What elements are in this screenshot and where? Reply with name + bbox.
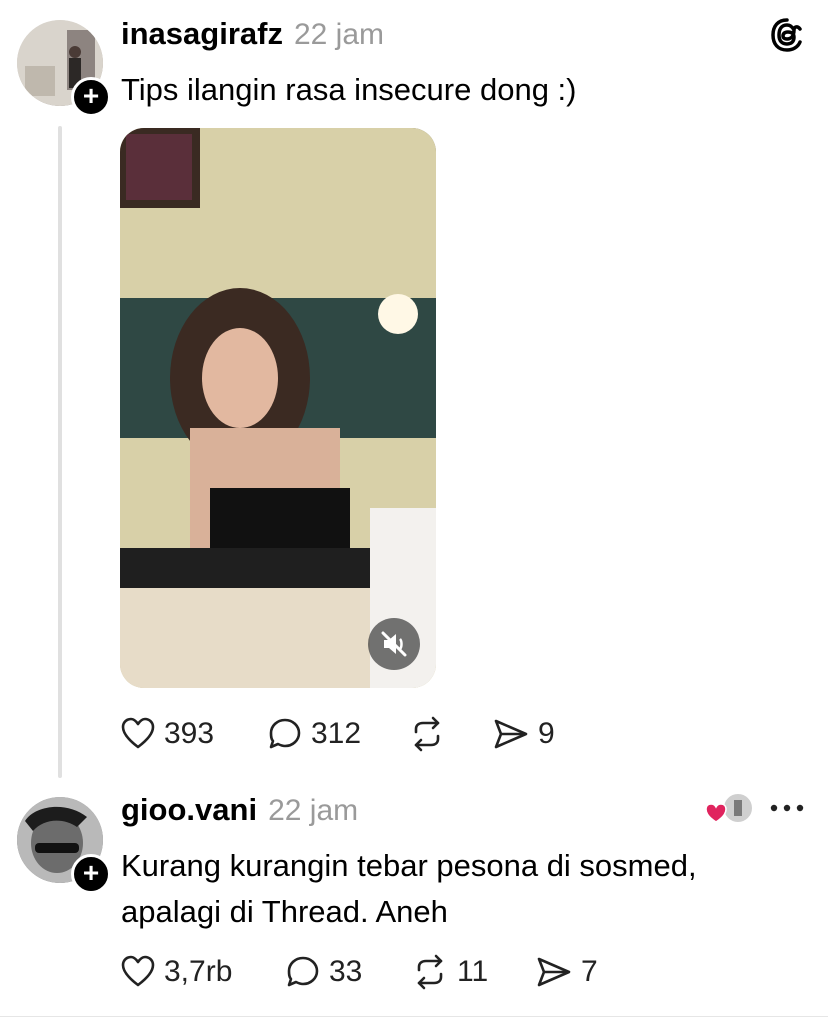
send-icon: [537, 957, 571, 987]
reply-like-button[interactable]: 3,7rb: [120, 954, 232, 990]
reply-share-count: 7: [581, 955, 598, 988]
share-button[interactable]: 9: [492, 716, 555, 752]
reply-comment-button[interactable]: 33: [285, 954, 362, 990]
follow-plus-icon[interactable]: +: [71, 77, 111, 117]
more-icon: [770, 804, 804, 812]
send-icon: [494, 719, 528, 749]
share-count: 9: [538, 717, 555, 750]
post-text: Tips ilangin rasa insecure dong :): [121, 72, 577, 107]
mute-button[interactable]: [368, 618, 420, 670]
reply-text-line-1: Kurang kurangin tebar pesona di sosmed,: [121, 848, 697, 883]
like-button[interactable]: 393: [120, 716, 214, 752]
reply-username[interactable]: gioo.vani: [121, 792, 257, 828]
post-username[interactable]: inasagirafz: [121, 16, 283, 52]
liked-by-author-icon: [705, 792, 754, 824]
reply-repost-button[interactable]: 11: [411, 954, 488, 990]
comment-icon: [269, 718, 301, 749]
reply-share-button[interactable]: 7: [535, 954, 598, 990]
repost-button[interactable]: [408, 716, 454, 752]
thread-connector-line: [58, 126, 62, 778]
reply-like-count: 3,7rb: [164, 955, 233, 988]
repost-icon: [417, 954, 443, 990]
reply-repost-count: 11: [457, 955, 489, 988]
reply-timestamp: 22 jam: [268, 794, 359, 827]
more-button[interactable]: [768, 800, 806, 816]
heart-icon: [121, 955, 155, 987]
reply-comment-count: 33: [329, 955, 363, 988]
like-count: 393: [164, 717, 215, 750]
repost-icon: [414, 716, 440, 752]
liked-by-author-badge: [704, 792, 754, 828]
reply-count: 312: [311, 717, 362, 750]
mute-icon: [381, 631, 407, 657]
divider: [0, 1016, 828, 1017]
threads-logo-icon[interactable]: [768, 16, 806, 54]
reply-button[interactable]: 312: [267, 716, 361, 752]
post-timestamp: 22 jam: [293, 18, 384, 51]
heart-icon: [121, 717, 155, 749]
reply-text-line-2: apalagi di Thread. Aneh: [121, 894, 448, 929]
post-video[interactable]: [120, 128, 436, 688]
follow-plus-icon[interactable]: +: [71, 854, 111, 894]
comment-icon: [287, 956, 319, 987]
video-frame: [120, 128, 436, 688]
